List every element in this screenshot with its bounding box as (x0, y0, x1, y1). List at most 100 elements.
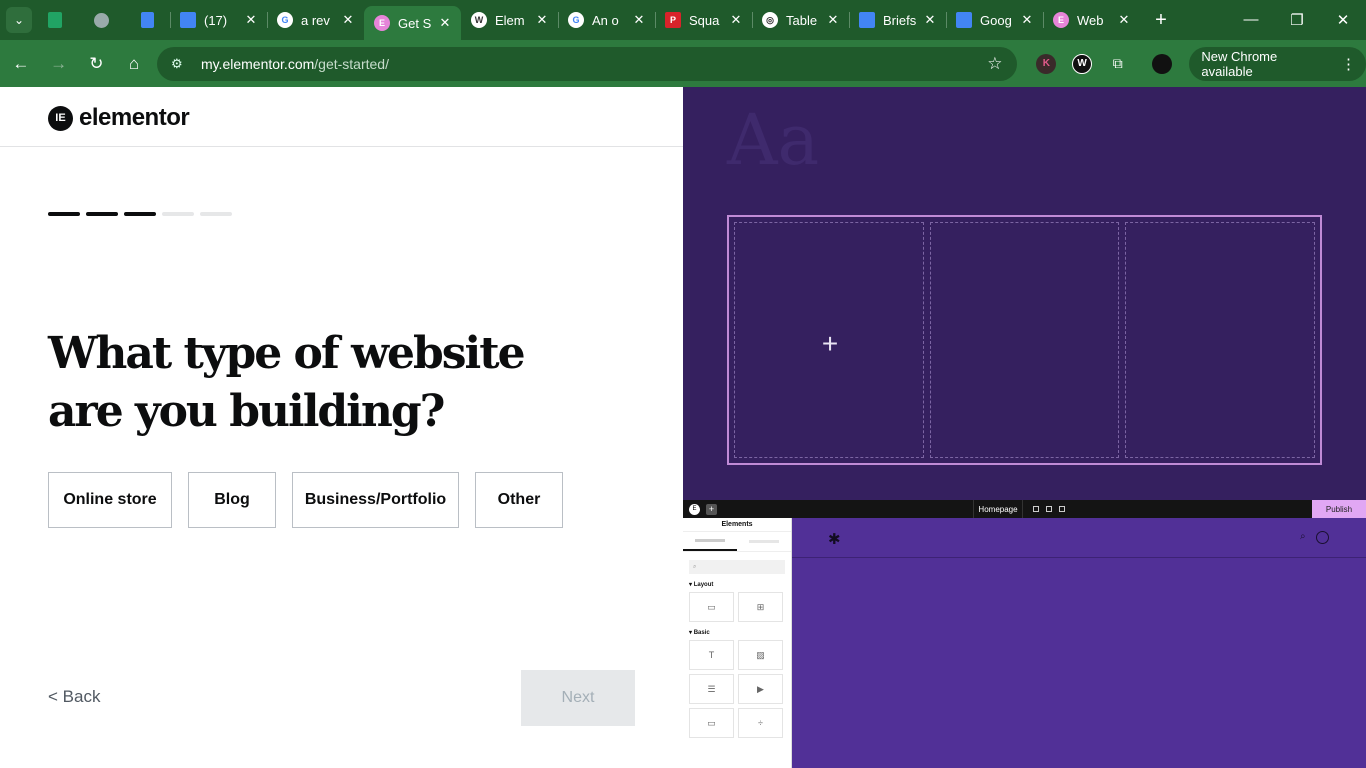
pinned-tab-sheets[interactable] (32, 0, 78, 40)
editor-section-basic: ▾ Basic (689, 630, 710, 636)
editor-section-label: Layout (693, 582, 714, 588)
forward-arrow-icon[interactable]: → (42, 47, 76, 81)
divider-widget-icon: ÷ (738, 708, 783, 738)
url-text[interactable]: my.elementor.com/get-started/ (195, 56, 987, 72)
tab-title: (17) (204, 12, 228, 28)
browser-tab-active[interactable]: E Get S ✕ (364, 6, 461, 40)
browser-tab[interactable]: P Squa ✕ (655, 0, 752, 40)
close-tab-icon[interactable]: ✕ (1017, 12, 1037, 28)
close-tab-icon[interactable]: ✕ (338, 12, 358, 28)
option-business-portfolio-button[interactable]: Business/Portfolio (292, 472, 459, 528)
profile-avatar[interactable] (1144, 47, 1180, 81)
option-online-store-button[interactable]: Online store (48, 472, 172, 528)
asterisk-logo-icon: ✱ (828, 531, 841, 548)
back-link[interactable]: < Back (48, 687, 100, 707)
url-host: my.elementor.com (200, 55, 315, 72)
kebab-menu-icon[interactable]: ⋮ (1341, 55, 1356, 73)
google-g-icon: G (568, 12, 584, 28)
bookmark-star-icon[interactable]: ☆ (987, 54, 1002, 74)
elementor-icon: E (374, 15, 390, 31)
video-widget-icon: ▶ (738, 674, 783, 704)
button-widget-icon: ▭ (689, 708, 734, 738)
close-tab-icon[interactable]: ✕ (823, 12, 843, 28)
container-column (1125, 222, 1316, 458)
browser-tab[interactable]: E Web ✕ (1043, 0, 1140, 40)
option-other-button[interactable]: Other (475, 472, 563, 528)
container-widget-icon: ▭ (689, 592, 734, 622)
editor-top-bar: E + Homepage Publish (683, 500, 1366, 518)
tab-title: a rev (301, 12, 330, 28)
add-icon: + (706, 503, 717, 515)
heading-widget-icon: T (689, 640, 734, 670)
editor-section-label: Basic (693, 630, 710, 636)
tab-search-button[interactable]: ⌄ (6, 7, 32, 33)
close-window-icon[interactable]: ✕ (1320, 11, 1366, 29)
text-editor-widget-icon: ☰ (689, 674, 734, 704)
desktop-icon (1033, 506, 1039, 512)
home-icon[interactable]: ⌂ (117, 47, 151, 81)
google-docs-icon (180, 12, 196, 28)
restore-icon[interactable]: ❐ (1274, 11, 1320, 29)
browser-tab[interactable]: Goog ✕ (946, 0, 1043, 40)
brand-name: elementor (79, 104, 190, 131)
close-tab-icon[interactable]: ✕ (241, 12, 261, 28)
pc-icon: P (665, 12, 681, 28)
website-type-options: Online store Blog Business/Portfolio Oth… (48, 472, 563, 528)
tablet-icon (1046, 506, 1052, 512)
grid-widget-icon: ⊞ (738, 592, 783, 622)
progress-step (48, 212, 80, 216)
tab-title: Goog (980, 12, 1012, 28)
editor-section-layout: ▾ Layout (689, 582, 714, 588)
browser-tab[interactable]: G a rev ✕ (267, 0, 364, 40)
browser-tab[interactable]: G An o ✕ (558, 0, 655, 40)
editor-panel-tab (737, 532, 791, 551)
browser-tab[interactable]: Briefs ✕ (849, 0, 946, 40)
editor-canvas-header: ✱ ⌕ (792, 518, 1366, 558)
back-arrow-icon[interactable]: ← (4, 47, 38, 81)
close-tab-icon[interactable]: ✕ (920, 12, 940, 28)
minimize-icon[interactable]: — (1228, 11, 1274, 29)
browser-tab[interactable]: (17) ✕ (170, 0, 267, 40)
tab-title: Elem (495, 12, 525, 28)
google-docs-icon (859, 12, 875, 28)
step-progress (48, 212, 232, 216)
image-widget-icon: ▨ (738, 640, 783, 670)
close-tab-icon[interactable]: ✕ (435, 15, 455, 31)
elementor-icon: IE (48, 105, 73, 131)
tab-title: Squa (689, 12, 720, 28)
chrome-update-button[interactable]: New Chrome available ⋮ (1189, 46, 1366, 81)
close-tab-icon[interactable]: ✕ (1114, 12, 1134, 28)
container-column: + (734, 222, 924, 458)
elementor-logo: IE elementor (48, 104, 190, 132)
progress-step (124, 212, 156, 216)
reload-icon[interactable]: ↻ (79, 47, 113, 81)
pinned-tab-docs[interactable] (124, 0, 170, 40)
chrome-update-label: New Chrome available (1201, 48, 1278, 79)
tab-title: Get S (398, 15, 432, 31)
browser-tab[interactable]: ◎ Table ✕ (752, 0, 849, 40)
new-tab-button[interactable]: + (1146, 9, 1176, 32)
google-sheets-icon (48, 12, 62, 28)
container-column (929, 222, 1120, 458)
next-button[interactable]: Next (521, 670, 635, 726)
device-switcher (1033, 500, 1065, 518)
pinned-tab-globe[interactable] (78, 0, 124, 40)
site-info-icon[interactable]: ⚙ (171, 56, 195, 72)
extension-k-icon[interactable]: K (1029, 47, 1065, 81)
close-tab-icon[interactable]: ✕ (532, 12, 552, 28)
extension-w-icon[interactable]: W (1064, 47, 1100, 81)
editor-panel-tab (683, 532, 737, 551)
option-blog-button[interactable]: Blog (188, 472, 276, 528)
mobile-icon (1059, 506, 1065, 512)
browser-tab[interactable]: W Elem ✕ (461, 0, 558, 40)
url-path: /get-started/ (314, 55, 389, 72)
editor-elements-panel: Elements ⌕ ▾ Layout ▭ ⊞ ▾ Basic T ▨ ☰ ▶ … (683, 518, 792, 768)
layout-widgets: ▭ ⊞ (683, 592, 791, 622)
close-tab-icon[interactable]: ✕ (726, 12, 746, 28)
wordpress-icon: W (471, 12, 487, 28)
preview-illustration: Aa + E + Homepage Publish Elements ⌕ ▾ L… (683, 87, 1366, 768)
close-tab-icon[interactable]: ✕ (629, 12, 649, 28)
extensions-puzzle-icon[interactable]: ⧉ (1100, 47, 1136, 81)
address-bar[interactable]: ⚙ my.elementor.com/get-started/ ☆ (156, 46, 1017, 81)
progress-step (86, 212, 118, 216)
